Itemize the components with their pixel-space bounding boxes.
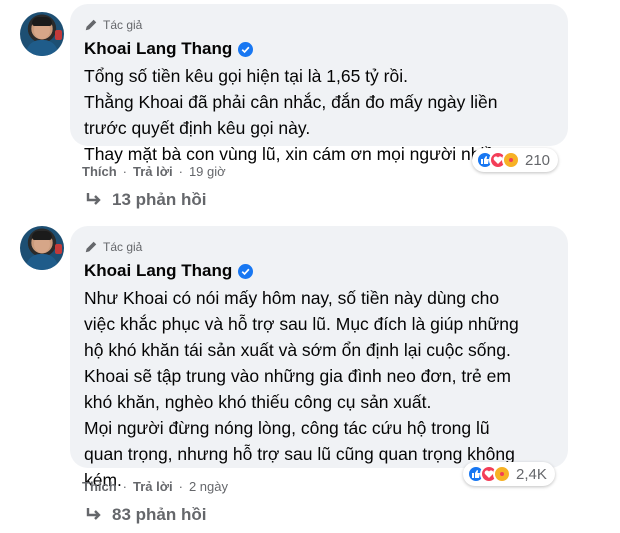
comment-line: Tổng số tiền kêu gọi hiện tại là 1,65 tỷ…: [84, 66, 408, 86]
separator-dot: ·: [178, 164, 183, 179]
comment-line: Mọi người đừng nóng lòng, công tác cứu h…: [84, 418, 490, 438]
comment-line: hộ khó khăn tái sản xuất và sớm ổn định …: [84, 340, 511, 360]
verified-badge-icon: [238, 41, 254, 57]
avatar[interactable]: [20, 226, 64, 270]
author-badge-label: Tác giả: [103, 18, 143, 32]
view-replies-button[interactable]: 13 phản hồi: [84, 190, 206, 210]
reaction-count: 2,4K: [516, 465, 547, 483]
timestamp[interactable]: 19 giờ: [189, 164, 226, 179]
comment-line: trước quyết định kêu gọi này.: [84, 118, 311, 138]
comment-line: khó khăn, nghèo khó thiếu công cụ sản xu…: [84, 392, 432, 412]
author-pen-icon: [85, 241, 97, 253]
reaction-summary[interactable]: 2,4K: [463, 462, 555, 486]
author-name[interactable]: Khoai Lang Thang: [84, 261, 232, 281]
separator-dot: ·: [122, 479, 128, 494]
comment-actions: Thích · Trả lời · 19 giờ: [82, 164, 226, 179]
author-pen-icon: [85, 19, 97, 31]
comment-bubble: Tác giả Khoai Lang Thang Như Khoai có nó…: [70, 226, 568, 490]
separator-dot: ·: [122, 164, 128, 179]
view-replies-button[interactable]: 83 phản hồi: [84, 505, 206, 525]
comment-actions: Thích · Trả lời · 2 ngày: [82, 479, 228, 494]
care-icon: [493, 465, 511, 483]
reply-button[interactable]: Trả lời: [133, 479, 173, 494]
author-badge-label: Tác giả: [103, 240, 143, 254]
like-button[interactable]: Thích: [82, 479, 117, 494]
comment-bubble: Tác giả Khoai Lang Thang Tổng số tiền kê…: [70, 4, 568, 164]
replies-count-label: 13 phản hồi: [112, 190, 207, 209]
author-name[interactable]: Khoai Lang Thang: [84, 39, 232, 59]
comment-line: Khoai sẽ tập trung vào những gia đình ne…: [84, 366, 511, 386]
reaction-count: 210: [525, 151, 551, 169]
comment-line: Thằng Khoai đã phải cân nhắc, đắn đo mấy…: [84, 92, 498, 112]
replies-count-label: 83 phản hồi: [112, 505, 207, 524]
reply-button[interactable]: Trả lời: [133, 164, 173, 179]
author-badge: Tác giả: [84, 16, 554, 34]
avatar[interactable]: [20, 12, 64, 56]
reply-arrow-icon: [86, 193, 101, 205]
reaction-summary[interactable]: 210: [472, 148, 559, 172]
comment-line: Như Khoai có nói mấy hôm nay, số tiền nà…: [84, 288, 500, 308]
timestamp[interactable]: 2 ngày: [189, 479, 228, 494]
separator-dot: ·: [178, 479, 183, 494]
author-badge: Tác giả: [84, 238, 554, 256]
like-button[interactable]: Thích: [82, 164, 117, 179]
reply-arrow-icon: [86, 508, 101, 520]
care-icon: [502, 151, 520, 169]
verified-badge-icon: [238, 263, 254, 279]
comment-line: việc khắc phục và hỗ trợ sau lũ. Mục đíc…: [84, 314, 519, 334]
